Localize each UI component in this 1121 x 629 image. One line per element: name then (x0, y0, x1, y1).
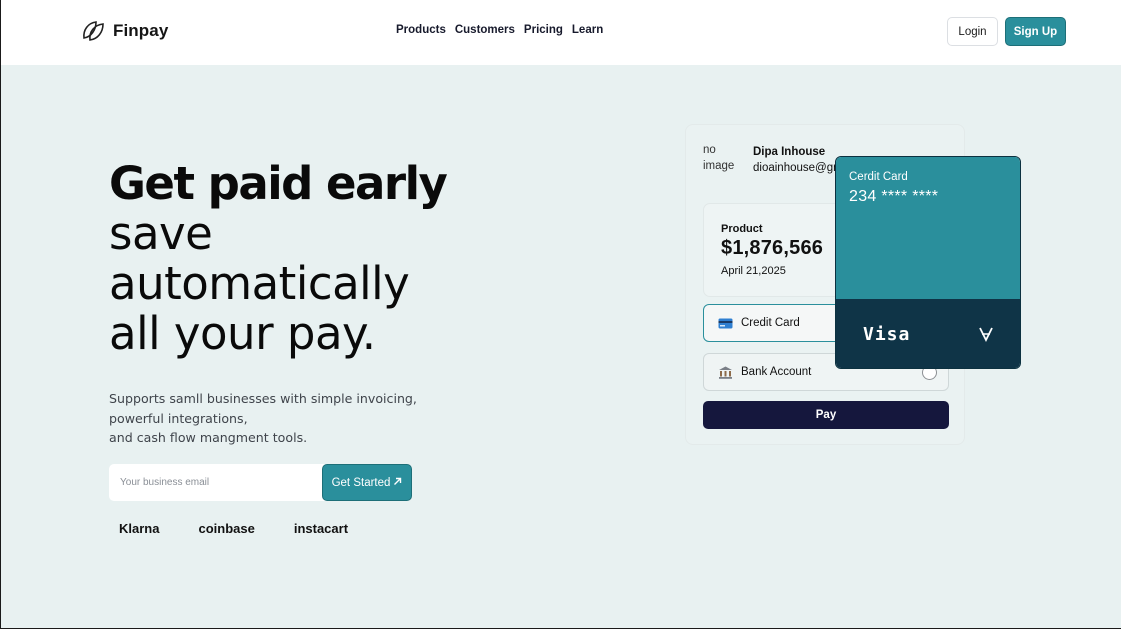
brand[interactable]: Finpay (81, 20, 168, 42)
headline-line-3: all your pay. (109, 307, 376, 360)
card-number: 234 **** **** (849, 188, 939, 205)
credit-card-label: Credit Card (741, 317, 800, 329)
get-started-label: Get Started (331, 476, 391, 489)
card-brand: Visa (863, 324, 911, 345)
nav-item-pricing[interactable]: Pricing (524, 24, 563, 36)
card-top: Cerdit Card 234 **** **** (836, 157, 1020, 299)
product-summary: Product $1,876,566 April 21,2025 (703, 203, 843, 297)
card-title: Cerdit Card (849, 171, 908, 183)
main-nav: Products Customers Pricing Learn (396, 24, 603, 36)
arrow-up-right-icon (393, 477, 402, 489)
partner-klarna: Klarna (119, 521, 160, 536)
subtext-line-3: and cash flow mangment tools. (109, 430, 308, 445)
headline-bold: Get paid early (109, 157, 448, 210)
headline-line-1: save (109, 207, 213, 260)
pay-button[interactable]: Pay (703, 401, 949, 429)
credit-card-visual: Cerdit Card 234 **** **** Visa (835, 156, 1021, 369)
get-started-button[interactable]: Get Started (322, 464, 412, 501)
user-name: Dipa Inhouse (753, 146, 826, 158)
user-avatar: no image (703, 144, 735, 172)
brand-name: Finpay (113, 21, 169, 40)
login-button[interactable]: Login (947, 17, 998, 46)
bank-account-label: Bank Account (741, 366, 812, 378)
bank-icon (718, 366, 733, 379)
partner-coinbase: coinbase (198, 521, 255, 536)
product-date: April 21,2025 (721, 265, 786, 277)
subtext-line-1: Supports samll businesses with simple in… (109, 391, 417, 406)
product-amount: $1,876,566 (721, 237, 824, 259)
user-email: dioainhouse@gmail.com (753, 162, 843, 174)
partner-logos: Klarna coinbase instacart (119, 521, 348, 536)
v-mark-icon (978, 326, 994, 347)
top-navbar: Finpay Products Customers Pricing Learn … (1, 0, 1121, 65)
headline-line-2: automatically (109, 257, 410, 310)
partner-instacart: instacart (293, 521, 349, 536)
hero-headline: Get paid early save automatically all yo… (109, 157, 448, 360)
nav-item-learn[interactable]: Learn (572, 24, 603, 36)
nav-item-customers[interactable]: Customers (455, 24, 515, 36)
hero-subtext: Supports samll businesses with simple in… (109, 389, 439, 448)
product-label: Product (721, 223, 763, 235)
nav-item-products[interactable]: Products (396, 24, 446, 36)
credit-card-icon (718, 317, 733, 329)
subtext-line-2: powerful integrations, (109, 410, 248, 426)
email-signup-form: Get Started (109, 464, 412, 501)
signup-button[interactable]: Sign Up (1005, 17, 1066, 46)
business-email-input[interactable] (109, 464, 321, 501)
card-bottom: Visa (836, 299, 1020, 368)
double-leaf-logo-icon (81, 20, 107, 42)
